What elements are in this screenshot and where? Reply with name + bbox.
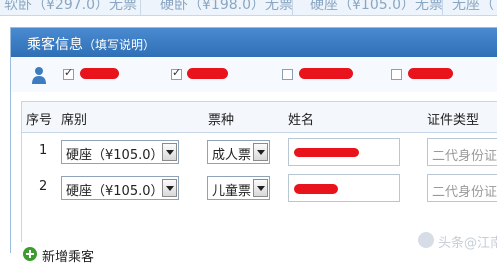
header-seat-type: 席别: [61, 113, 88, 128]
add-passenger-label[interactable]: 新增乘客: [42, 246, 94, 265]
redacted-contact-name: [408, 68, 453, 79]
redacted-passenger-name: [294, 148, 359, 157]
header-seq: 序号: [26, 113, 53, 128]
id-type-placeholder: 二代身份证: [432, 149, 497, 164]
person-icon: [32, 67, 46, 84]
ticket-type-value: 儿童票: [212, 184, 252, 199]
id-type-field[interactable]: 二代身份证: [427, 174, 497, 202]
header-name: 姓名: [288, 113, 315, 128]
ticket-type-value: 成人票: [212, 148, 252, 163]
id-type-placeholder: 二代身份证: [432, 185, 497, 200]
panel-title-text: 乘客信息: [27, 37, 83, 53]
watermark: 头条@江南: [418, 228, 497, 252]
header-ticket-type: 票种: [208, 113, 235, 128]
divider: [140, 0, 141, 15]
contact-checkbox[interactable]: [282, 69, 293, 80]
plus-icon[interactable]: [23, 247, 37, 261]
seat-availability-cell: 硬卧（¥198.0）无票: [160, 0, 293, 13]
contact-checkbox[interactable]: [63, 66, 74, 80]
contact-checkbox[interactable]: [391, 69, 402, 80]
seat-type-value: 硬座（¥105.0）: [66, 184, 164, 199]
chevron-down-icon[interactable]: [253, 179, 268, 197]
panel-title: 乘客信息（填写说明）: [27, 34, 155, 54]
subtitle-paren-close: ）: [143, 38, 156, 52]
redacted-passenger-name: [294, 184, 338, 194]
subtitle-paren-open: （: [83, 38, 96, 52]
watermark-logo-icon: [418, 232, 434, 248]
seat-availability-row: 软卧（¥297.0）无票 硬卧（¥198.0）无票 硬座（¥105.0）无票 无…: [0, 0, 497, 16]
chevron-down-icon[interactable]: [253, 143, 268, 161]
seat-type-select[interactable]: 硬座（¥105.0）: [61, 176, 179, 200]
row-seq: 1: [39, 143, 48, 158]
redacted-contact-name: [187, 68, 228, 79]
seat-availability-cell: 无座（: [452, 0, 494, 13]
table-row: 2 硬座（¥105.0） 儿童票 二代身份证: [22, 170, 497, 207]
id-type-field[interactable]: 二代身份证: [427, 138, 497, 166]
row-seq: 2: [39, 179, 48, 194]
passenger-info-panel: 乘客信息（填写说明） 序号 席别 票种 姓名 证件类型 1 硬座（¥105.0）: [10, 27, 497, 265]
panel-subtitle: （填写说明）: [83, 38, 155, 52]
panel-header: 乘客信息（填写说明）: [11, 28, 497, 57]
seat-type-value: 硬座（¥105.0）: [66, 148, 164, 163]
fill-instructions-link[interactable]: 填写说明: [95, 38, 143, 52]
seat-type-select[interactable]: 硬座（¥105.0）: [61, 140, 179, 164]
passenger-table: 序号 席别 票种 姓名 证件类型 1 硬座（¥105.0） 成人票 二代身份证: [21, 101, 497, 242]
header-id-type: 证件类型: [427, 113, 480, 128]
ticket-type-select[interactable]: 成人票: [207, 140, 270, 164]
ticket-type-select[interactable]: 儿童票: [207, 176, 270, 200]
seat-availability-cell: 硬座（¥105.0）无票: [310, 0, 443, 13]
watermark-text: 头条@江南: [438, 236, 497, 251]
table-row: 1 硬座（¥105.0） 成人票 二代身份证: [22, 134, 497, 171]
redacted-contact-name: [299, 68, 353, 79]
chevron-down-icon[interactable]: [162, 179, 177, 197]
seat-availability-cell: 软卧（¥297.0）无票: [4, 0, 137, 13]
divider: [442, 0, 443, 15]
contact-checkbox[interactable]: [171, 66, 182, 80]
chevron-down-icon[interactable]: [162, 143, 177, 161]
passenger-name-field[interactable]: [288, 174, 400, 202]
divider: [292, 0, 293, 15]
frequent-contacts-bar: [11, 58, 497, 92]
passenger-name-field[interactable]: [288, 138, 400, 166]
redacted-contact-name: [80, 68, 119, 79]
table-header: 序号 席别 票种 姓名 证件类型: [22, 102, 497, 133]
